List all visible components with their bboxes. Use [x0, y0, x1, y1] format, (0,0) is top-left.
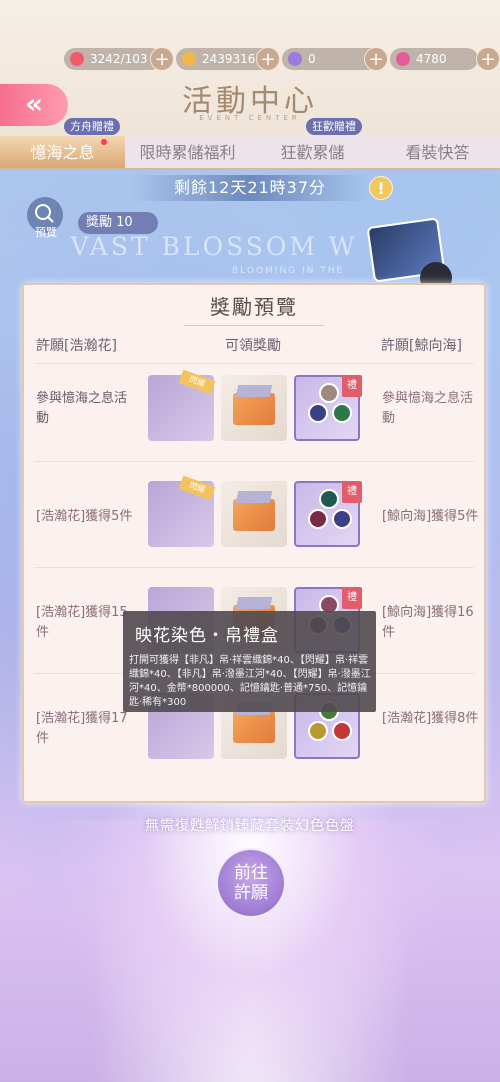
row-3-ribbon: 禮 — [342, 587, 362, 609]
row-2-ribbon: 禮 — [342, 481, 362, 503]
notification-dot — [101, 139, 107, 145]
info-icon: ! — [377, 179, 385, 198]
row-2-left-condition: [浩瀚花]獲得5件 — [36, 509, 133, 524]
tab-label: 看裝快答 — [405, 143, 470, 162]
row-divider — [34, 461, 474, 462]
badge-ark-gift: 方舟贈禮 — [64, 118, 120, 135]
title-divider — [184, 325, 324, 326]
crystal-value: 0 — [308, 52, 316, 66]
palette-dot-2 — [308, 509, 328, 529]
modal-title: 獎勵預覽 — [210, 295, 298, 319]
item-tooltip: 映花染色・帛禮盒 打開可獲得【非凡】帛·祥雲織錦*40、【閃耀】帛·祥雲織錦*4… — [123, 611, 376, 712]
stamina-value: 3242/103 — [90, 52, 148, 66]
tab-carnival-topup[interactable]: 狂歡累儲 — [250, 136, 375, 168]
palette-dot-1 — [319, 489, 339, 509]
add-diamond-button[interactable]: + — [476, 47, 500, 71]
reward-chip[interactable]: 獎勵 10 — [78, 212, 158, 234]
row-2-right-condition: [鯨向海]獲得5件 — [382, 509, 479, 524]
add-gold-button[interactable]: + — [256, 47, 280, 71]
tab-limited-topup[interactable]: 限時累儲福利 — [125, 136, 250, 168]
row-2-item-outfit[interactable]: 閃耀 — [148, 475, 216, 547]
row-4-right-condition: [浩瀚花]獲得8件 — [382, 711, 479, 726]
tab-memory-sea[interactable]: 憶海之息 — [0, 136, 125, 168]
diamond-icon — [396, 52, 410, 66]
coin-icon — [182, 52, 196, 66]
crystal-icon — [288, 52, 302, 66]
giftbox-icon — [233, 393, 275, 425]
tab-outfit-quiz[interactable]: 看裝快答 — [375, 136, 500, 168]
column-header-right: 許願[鯨向海] — [381, 338, 462, 354]
row-1-left-condition: 參與憶海之息活動 — [36, 391, 128, 426]
row-1-item-giftbox[interactable] — [221, 375, 287, 441]
row-1-item-palette[interactable]: 禮 — [294, 375, 362, 441]
row-2-item-giftbox[interactable] — [221, 481, 287, 547]
tab-bar: 憶海之息 限時累儲福利 狂歡累儲 看裝快答 — [0, 136, 500, 170]
row-2-item-palette[interactable]: 禮 — [294, 481, 362, 547]
tab-label: 限時累儲福利 — [139, 143, 236, 162]
row-1-tag: 閃耀 — [178, 369, 216, 395]
palette-dot-3 — [332, 403, 352, 423]
heart-icon — [70, 52, 84, 66]
go-wish-button[interactable]: 前往許願 — [216, 848, 286, 918]
event-countdown: 剩餘12天21時37分 — [130, 175, 370, 201]
footer-note: 無需復甦解鎖臻藏套裝幻色色盤 — [145, 818, 355, 834]
back-button[interactable]: « — [0, 84, 68, 126]
row-3-right-condition: [鯨向海]獲得16件 — [382, 605, 474, 640]
resource-stamina: 3242/103 — [64, 48, 162, 70]
banner-subtitle: BLOOMING IN THE — [232, 266, 345, 276]
tab-label: 狂歡累儲 — [280, 143, 345, 162]
add-stamina-button[interactable]: + — [150, 47, 174, 71]
row-divider — [34, 567, 474, 568]
row-divider — [34, 363, 474, 364]
badge-carnival-gift: 狂歡贈禮 — [306, 118, 362, 135]
reward-preview-modal: 獎勵預覽 許願[浩瀚花] 可領獎勵 許願[鯨向海] 參與憶海之息活動 閃耀 禮 … — [22, 283, 486, 803]
row-1-ribbon: 禮 — [342, 375, 362, 397]
back-arrow-icon: « — [24, 87, 44, 120]
palette-dot-3 — [332, 721, 352, 741]
giftbox-icon — [233, 711, 275, 743]
palette-dot-2 — [308, 403, 328, 423]
tooltip-description: 打開可獲得【非凡】帛·祥雲織錦*40、【閃耀】帛·祥雲織錦*40、【非凡】帛·潑… — [129, 655, 371, 708]
info-button[interactable]: ! — [369, 176, 393, 200]
column-header-left: 許願[浩瀚花] — [36, 338, 117, 354]
go-wish-label: 前往許願 — [234, 863, 268, 903]
row-2-tag: 閃耀 — [178, 475, 216, 501]
row-3-left-condition: [浩瀚花]獲得15件 — [36, 605, 128, 640]
row-1-right-condition: 參與憶海之息活動 — [382, 391, 474, 426]
palette-dot-2 — [308, 721, 328, 741]
gold-value: 24393167 — [202, 52, 264, 66]
resource-diamond: 4780 — [390, 48, 478, 70]
row-4-left-condition: [浩瀚花]獲得17件 — [36, 711, 128, 746]
tooltip-title: 映花染色・帛禮盒 — [135, 626, 279, 646]
row-1-item-outfit[interactable]: 閃耀 — [148, 369, 216, 441]
add-crystal-button[interactable]: + — [364, 47, 388, 71]
palette-dot-3 — [332, 509, 352, 529]
column-header-middle: 可領獎勵 — [225, 338, 281, 354]
palette-dot-1 — [319, 383, 339, 403]
tab-label: 憶海之息 — [30, 143, 95, 162]
diamond-value: 4780 — [416, 52, 447, 66]
giftbox-icon — [233, 499, 275, 531]
